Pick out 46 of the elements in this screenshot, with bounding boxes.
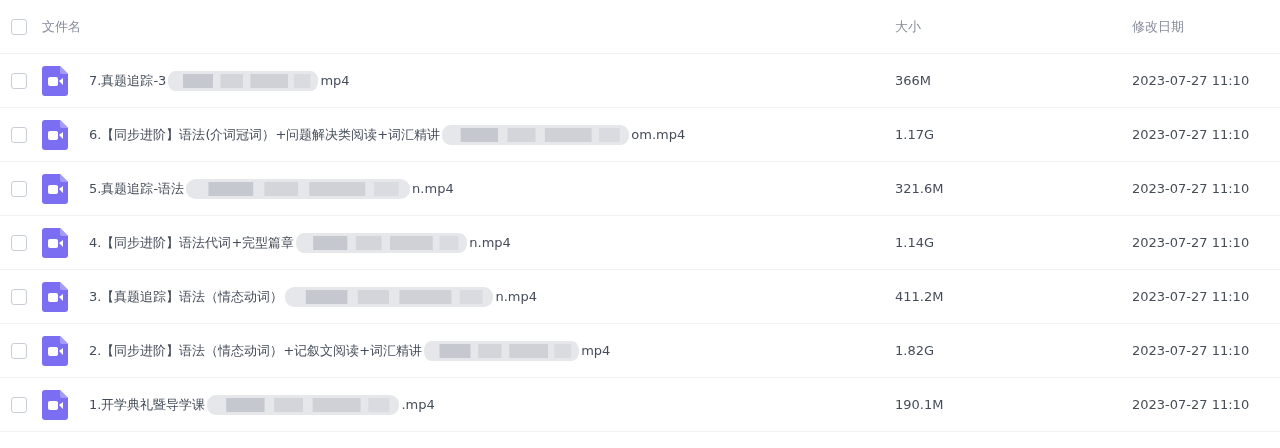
file-name[interactable]: 7.真题追踪-3 [89, 71, 167, 90]
modified-date: 2023-07-27 11:10 [1132, 127, 1251, 142]
checkbox[interactable] [11, 234, 27, 251]
file-name[interactable]: 6.【同步进阶】语法(介词冠词）+问题解决类阅读+词汇精讲 [89, 125, 441, 144]
video-file-icon [42, 335, 68, 366]
file-extension: n.mp4 [495, 289, 537, 304]
file-size: 1.17G [895, 127, 936, 142]
checkbox[interactable] [11, 288, 27, 305]
column-header[interactable]: 大小 [895, 17, 1132, 36]
checkbox[interactable] [11, 72, 27, 89]
video-file-icon [42, 65, 68, 96]
checkbox[interactable] [11, 18, 27, 35]
file-name[interactable]: 5.真题追踪-语法 [89, 179, 185, 198]
file-extension: mp4 [320, 73, 350, 88]
file-name[interactable]: 4.【同步进阶】语法代词+完型篇章 [89, 233, 295, 252]
file-size: 1.82G [895, 343, 936, 358]
file-size: 366M [895, 73, 933, 88]
file-size: 190.1M [895, 397, 945, 412]
checkbox[interactable] [11, 396, 27, 413]
modified-date: 2023-07-27 11:10 [1132, 289, 1251, 304]
video-file-icon [42, 389, 68, 420]
file-extension: .mp4 [401, 397, 435, 412]
checkbox[interactable] [11, 180, 27, 197]
file-extension: n.mp4 [469, 235, 511, 250]
file-size: 411.2M [895, 289, 945, 304]
checkbox[interactable] [11, 126, 27, 143]
video-file-icon [42, 227, 68, 258]
modified-date: 2023-07-27 11:10 [1132, 181, 1251, 196]
modified-date: 2023-07-27 11:10 [1132, 343, 1251, 358]
column-header[interactable]: 修改日期 [1132, 17, 1280, 36]
file-size: 1.14G [895, 235, 936, 250]
checkbox[interactable] [11, 342, 27, 359]
video-file-icon [42, 119, 68, 150]
modified-date: 2023-07-27 11:10 [1132, 73, 1251, 88]
video-file-icon [42, 173, 68, 204]
file-extension: om.mp4 [631, 127, 686, 142]
video-file-icon [42, 281, 68, 312]
modified-date: 2023-07-27 11:10 [1132, 397, 1251, 412]
file-name[interactable]: 3.【真题追踪】语法（情态动词） [89, 287, 284, 306]
file-name[interactable]: 2.【同步进阶】语法（情态动词）+记叙文阅读+词汇精讲 [89, 341, 423, 360]
column-header[interactable]: 文件名 [42, 17, 895, 36]
file-extension: n.mp4 [412, 181, 454, 196]
file-size: 321.6M [895, 181, 945, 196]
modified-date: 2023-07-27 11:10 [1132, 235, 1251, 250]
file-name[interactable]: 1.开学典礼暨导学课 [89, 395, 206, 414]
file-extension: mp4 [581, 343, 611, 358]
